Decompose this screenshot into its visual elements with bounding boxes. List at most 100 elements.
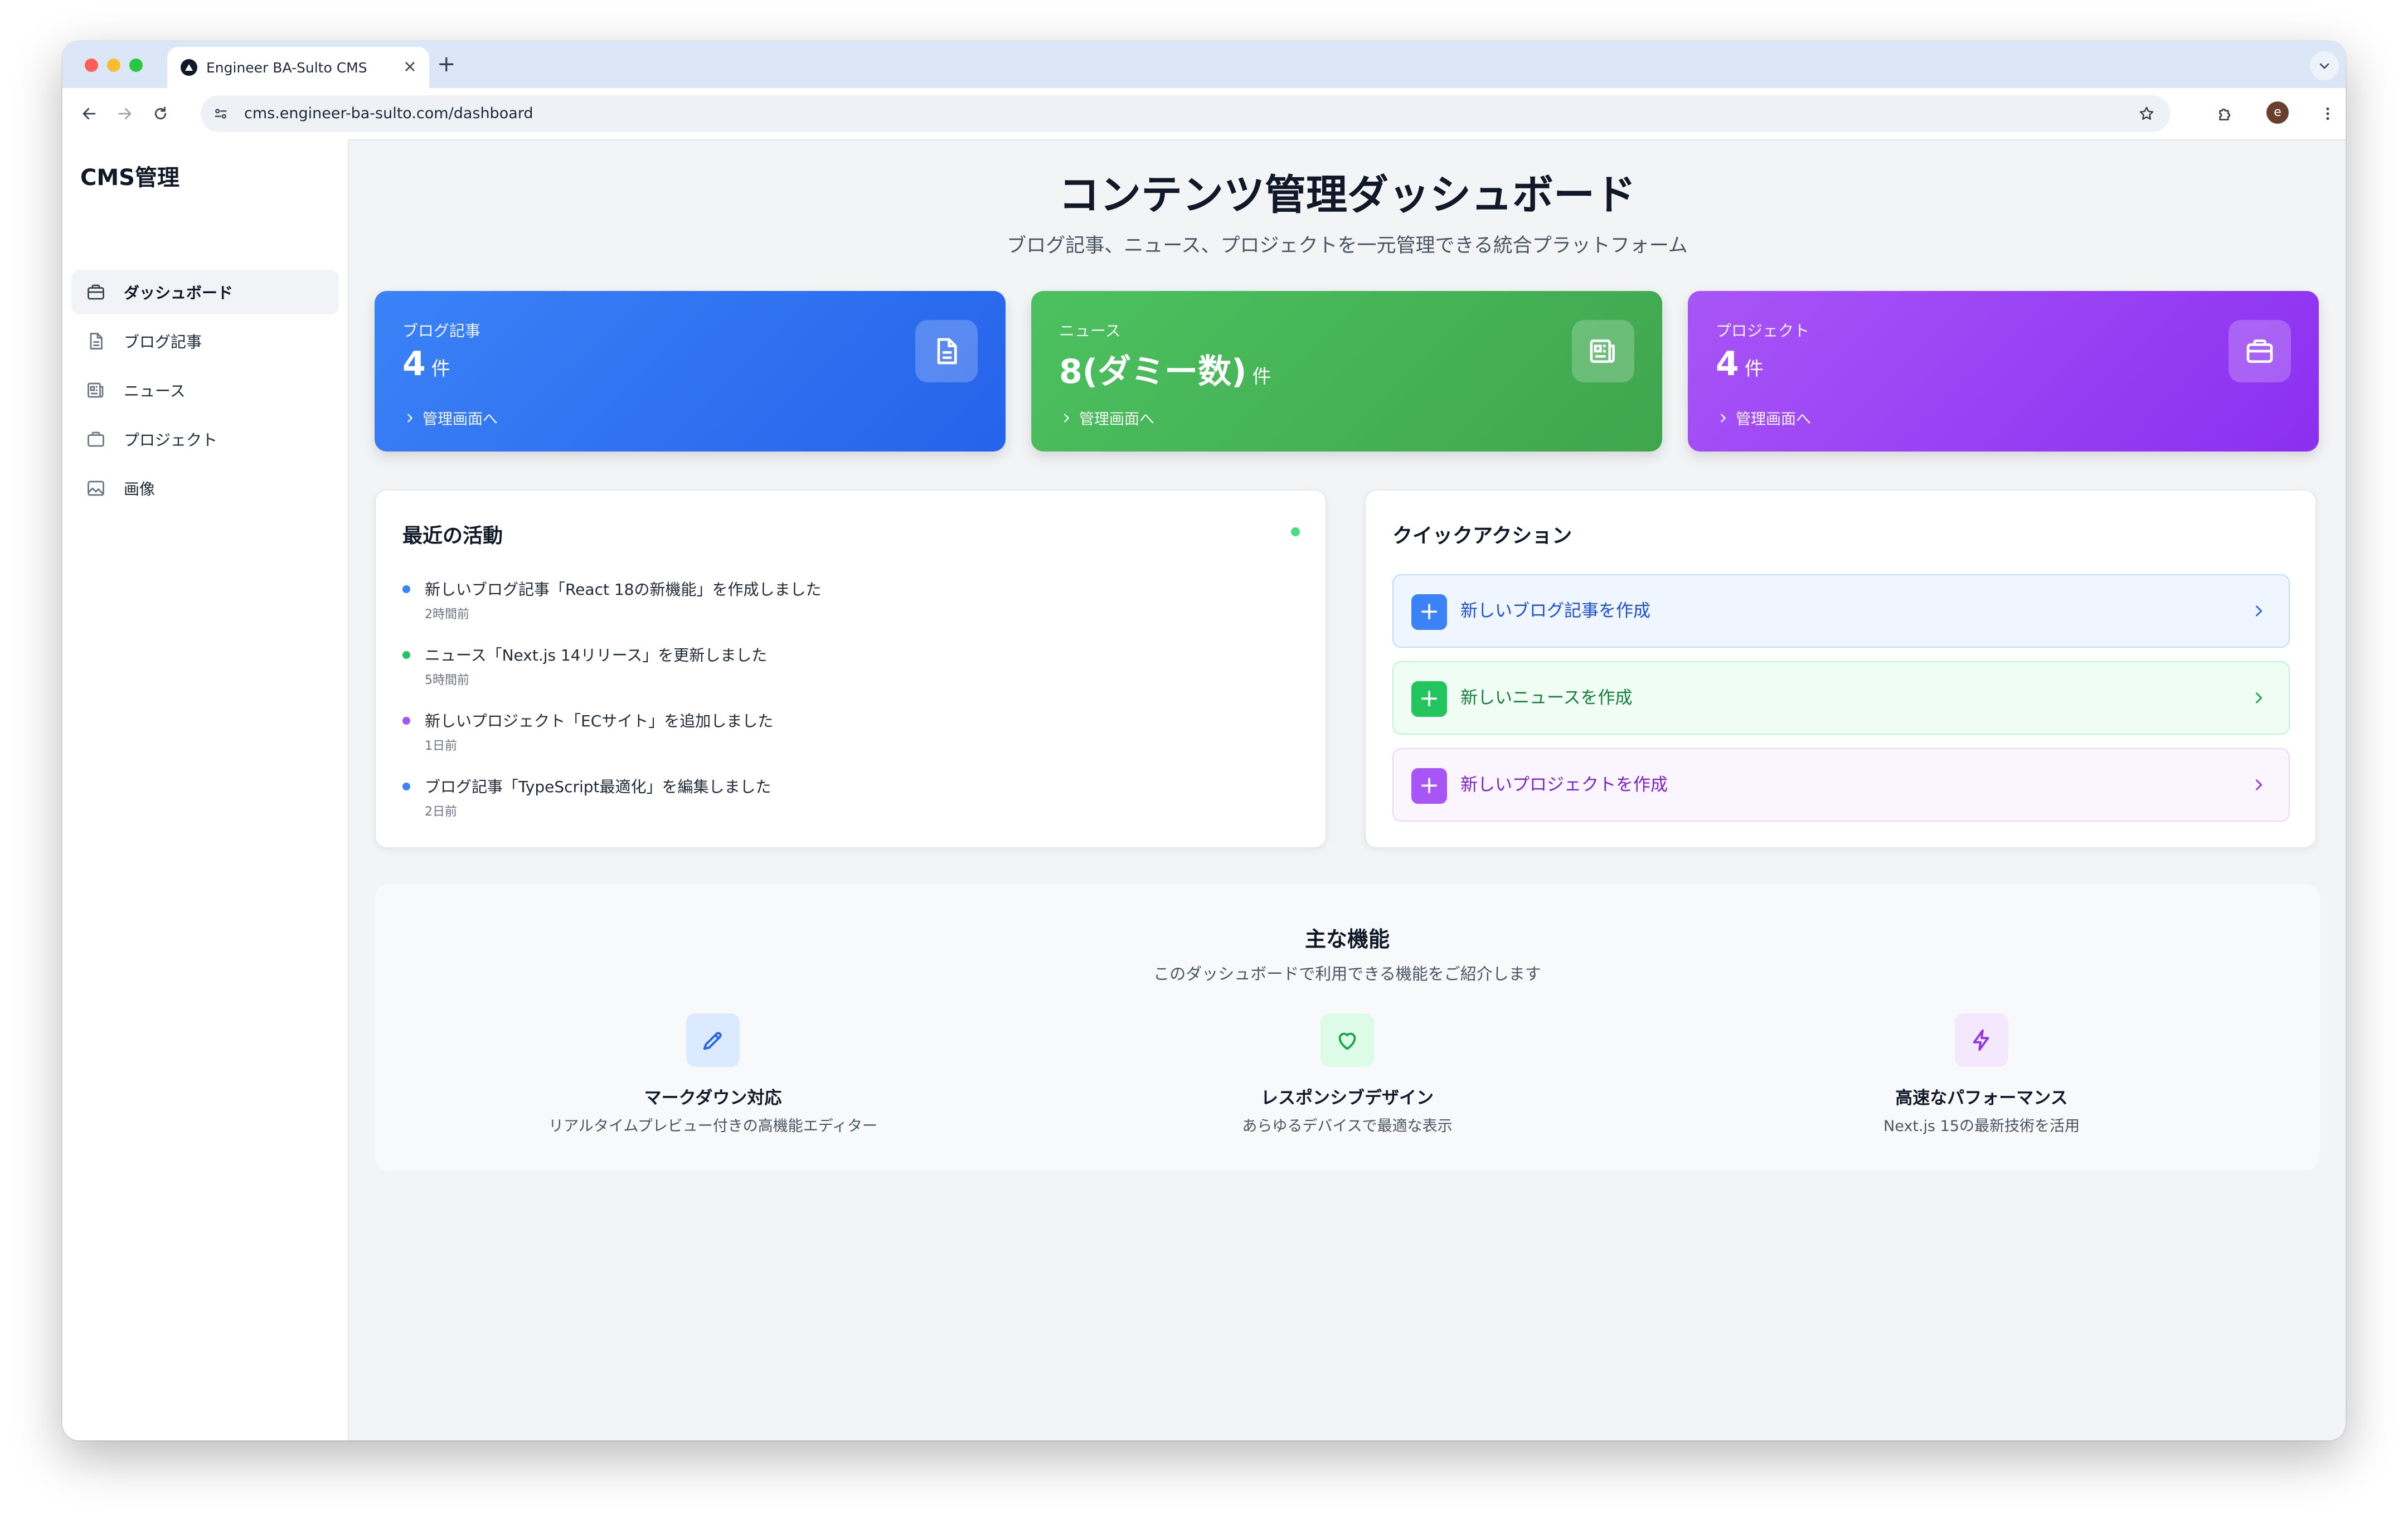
lightning-icon: [1955, 1013, 2008, 1067]
more-vertical-icon: [2326, 107, 2329, 120]
sidebar-item-label: ダッシュボード: [124, 284, 234, 302]
stat-value: 4件: [1716, 344, 1764, 384]
favicon-icon: [181, 59, 197, 76]
chevron-right-icon: [1060, 412, 1072, 424]
feature-desc: Next.js 15の最新技術を活用: [1883, 1118, 2080, 1135]
briefcase-icon: [85, 281, 107, 303]
profile-avatar[interactable]: e: [2266, 101, 2289, 124]
bookmark-star-icon[interactable]: [2135, 102, 2158, 125]
activity-dot: [402, 717, 410, 725]
features-section: 主な機能 このダッシュボードで利用できる機能をご紹介します マークダウン対応 リ…: [375, 884, 2320, 1171]
page-title: コンテンツ管理ダッシュボード: [1059, 171, 1636, 219]
maximize-window-button[interactable]: [129, 59, 143, 72]
stat-label: ニュース: [1059, 322, 1121, 340]
feature-name: 高速なパフォーマンス: [1895, 1088, 2068, 1108]
address-bar[interactable]: cms.engineer-ba-sulto.com/dashboard: [201, 95, 2171, 132]
minimize-window-button[interactable]: [107, 59, 120, 72]
arrow-left-icon: [82, 108, 96, 120]
browser-toolbar: cms.engineer-ba-sulto.com/dashboard e: [62, 88, 2346, 140]
chevron-down-icon: [2319, 63, 2329, 69]
tab-search-button[interactable]: [2310, 51, 2339, 80]
stat-manage-link[interactable]: 管理画面へ: [1060, 407, 1154, 429]
sidebar-item-dashboard[interactable]: ダッシュボード: [71, 270, 339, 314]
sidebar-item-blog[interactable]: ブログ記事: [71, 319, 339, 363]
chevron-right-icon: [2251, 690, 2266, 706]
plus-icon: +: [1411, 681, 1447, 717]
plus-icon: +: [1411, 768, 1447, 804]
sidebar-title: CMS管理: [80, 165, 179, 191]
image-icon: [85, 477, 107, 499]
quick-action-label: 新しいプロジェクトを作成: [1460, 775, 1668, 795]
features-subtitle: このダッシュボードで利用できる機能をご紹介します: [1153, 964, 1541, 983]
chevron-right-icon: [2251, 777, 2266, 793]
activity-dot: [402, 585, 410, 593]
stat-label: ブログ記事: [402, 322, 481, 340]
browser-window: Engineer BA-Sulto CMS × + cms.engineer-b…: [62, 41, 2346, 1440]
folder-icon: [85, 428, 107, 450]
document-icon: [85, 330, 107, 352]
back-button[interactable]: [76, 100, 103, 127]
newspaper-icon: [1572, 320, 1634, 382]
puzzle-icon: [2219, 108, 2231, 120]
features-title: 主な機能: [1304, 927, 1390, 952]
activity-time: 5時間前: [425, 673, 469, 687]
stat-card-blog: ブログ記事 4件 管理画面へ: [375, 291, 1006, 452]
activity-time: 1日前: [425, 739, 457, 753]
heart-icon: [1320, 1013, 1374, 1067]
sidebar-item-label: ニュース: [124, 382, 186, 400]
create-blog-button[interactable]: + 新しいブログ記事を作成: [1392, 574, 2290, 648]
activity-text: ニュース「Next.js 14リリース」を更新しました: [425, 646, 768, 664]
feature-desc: リアルタイムプレビュー付きの高機能エディター: [548, 1118, 877, 1135]
feature-name: マークダウン対応: [644, 1088, 782, 1108]
forward-button[interactable]: [111, 100, 138, 127]
url-text: cms.engineer-ba-sulto.com/dashboard: [244, 105, 533, 122]
recent-activity-panel: 最近の活動 新しいブログ記事「React 18の新機能」を作成しました 2時間前…: [375, 489, 1327, 848]
stat-label: プロジェクト: [1716, 322, 1810, 340]
chevron-right-icon: [2251, 603, 2266, 619]
feature-desc: あらゆるデバイスで最適な表示: [1242, 1118, 1453, 1135]
activity-text: 新しいプロジェクト「ECサイト」を追加しました: [425, 712, 774, 730]
document-icon: [915, 320, 978, 382]
sidebar-item-label: ブログ記事: [124, 333, 202, 351]
chevron-right-icon: [404, 412, 416, 424]
quick-action-label: 新しいブログ記事を作成: [1460, 601, 1650, 621]
stat-value: 4件: [402, 344, 450, 384]
page-subtitle: ブログ記事、ニュース、プロジェクトを一元管理できる統合プラットフォーム: [1007, 235, 1688, 257]
sidebar-item-news[interactable]: ニュース: [71, 368, 339, 412]
stat-manage-link[interactable]: 管理画面へ: [404, 407, 498, 429]
quick-actions-panel: クイックアクション + 新しいブログ記事を作成 + 新しいニュースを作成 + 新…: [1365, 489, 2317, 848]
stat-card-projects: プロジェクト 4件 管理画面へ: [1688, 291, 2319, 452]
tab-title: Engineer BA-Sulto CMS: [206, 59, 367, 76]
sidebar-item-projects[interactable]: プロジェクト: [71, 417, 339, 462]
close-tab-button[interactable]: ×: [403, 57, 417, 77]
browser-tab[interactable]: Engineer BA-Sulto CMS ×: [167, 47, 429, 88]
stat-manage-link[interactable]: 管理画面へ: [1717, 407, 1811, 429]
feature-name: レスポンシブデザイン: [1261, 1088, 1434, 1108]
browser-menu-button[interactable]: [2314, 100, 2341, 127]
live-indicator: [1291, 527, 1300, 536]
recent-activity-title: 最近の活動: [402, 525, 503, 547]
site-info-icon[interactable]: [210, 103, 232, 125]
create-news-button[interactable]: + 新しいニュースを作成: [1392, 661, 2290, 735]
activity-time: 2日前: [425, 805, 457, 819]
arrow-right-icon: [118, 108, 132, 120]
sidebar-item-images[interactable]: 画像: [71, 466, 339, 511]
activity-dot: [402, 783, 410, 790]
reload-icon: [154, 106, 167, 120]
stat-value: 8(ダミー数) 件: [1059, 352, 1271, 391]
newspaper-icon: [85, 379, 107, 401]
pencil-icon: [686, 1013, 740, 1067]
new-tab-button[interactable]: +: [437, 50, 456, 78]
chevron-right-icon: [1717, 412, 1729, 424]
sidebar-item-label: プロジェクト: [124, 431, 218, 449]
activity-dot: [402, 651, 410, 659]
activity-text: 新しいブログ記事「React 18の新機能」を作成しました: [425, 580, 822, 599]
tab-strip: Engineer BA-Sulto CMS × +: [62, 41, 2346, 88]
reload-button[interactable]: [147, 100, 174, 127]
create-project-button[interactable]: + 新しいプロジェクトを作成: [1392, 748, 2290, 822]
close-window-button[interactable]: [85, 59, 98, 72]
plus-icon: +: [1411, 594, 1447, 630]
quick-actions-title: クイックアクション: [1392, 525, 1572, 547]
extensions-button[interactable]: [2212, 100, 2239, 127]
stat-card-news: ニュース 8(ダミー数) 件 管理画面へ: [1031, 291, 1662, 452]
